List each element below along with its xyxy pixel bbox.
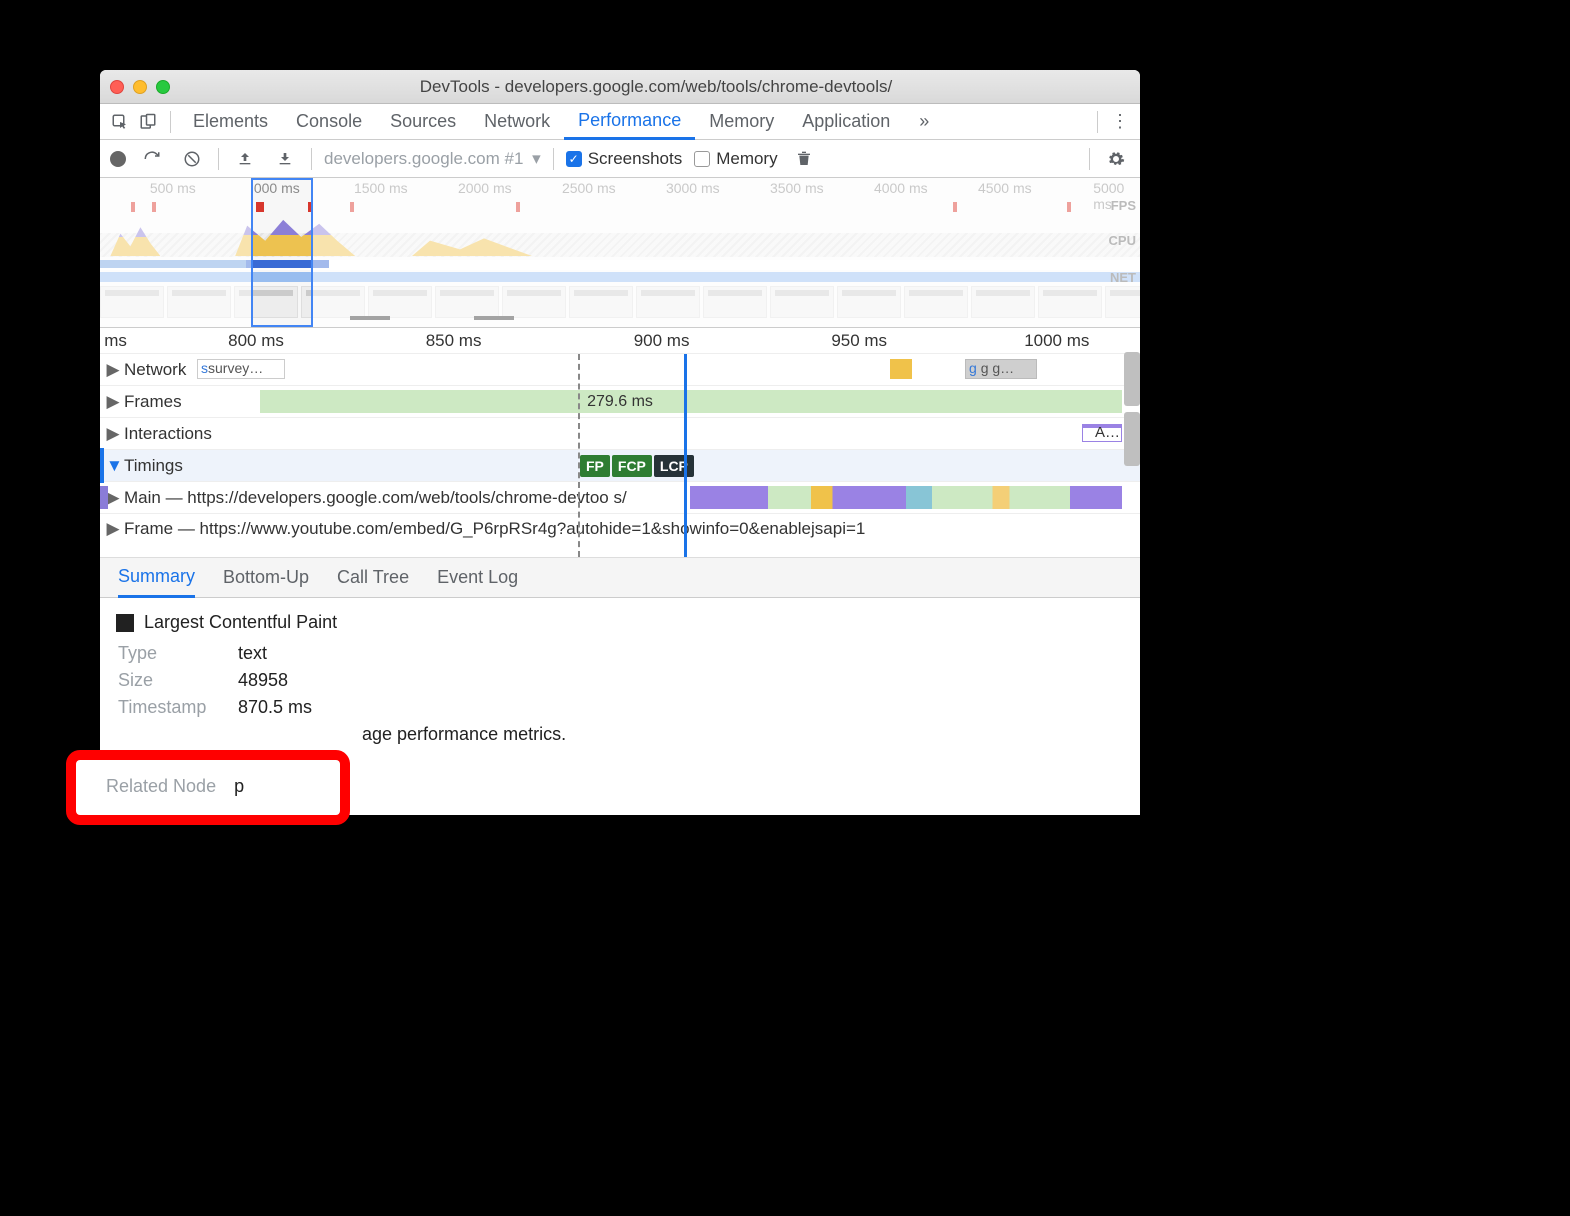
row-interactions[interactable]: ▶ Interactions A…: [100, 418, 1140, 450]
summary-type: Type text: [118, 643, 1122, 664]
ruler-tick: 800 ms: [228, 331, 284, 351]
trash-icon[interactable]: [790, 145, 818, 173]
ruler-tick: 900 ms: [634, 331, 690, 351]
timing-lcp[interactable]: LCP: [654, 455, 694, 477]
frame-duration: 279.6 ms: [587, 393, 653, 411]
summary-key: Size: [118, 670, 228, 691]
recording-select-label: developers.google.com #1: [324, 149, 523, 168]
timing-fp[interactable]: FP: [580, 455, 610, 477]
load-profile-icon[interactable]: [231, 145, 259, 173]
detail-tabs: Summary Bottom-Up Call Tree Event Log: [100, 558, 1140, 598]
summary-description: age performance metrics.: [362, 724, 1124, 745]
window-title: DevTools - developers.google.com/web/too…: [182, 77, 1130, 97]
zoom-icon[interactable]: [156, 80, 170, 94]
disclosure-down-icon[interactable]: ▼: [106, 456, 120, 476]
minimize-icon[interactable]: [133, 80, 147, 94]
row-network[interactable]: ▶ Network ssurvey… g g g…: [100, 354, 1140, 386]
disclosure-right-icon[interactable]: ▶: [106, 488, 120, 508]
row-frames-label: Frames: [124, 392, 182, 412]
summary-value: 870.5 ms: [238, 697, 312, 718]
tab-elements[interactable]: Elements: [179, 104, 282, 140]
row-frames[interactable]: ▶ Frames 279.6 ms: [100, 386, 1140, 418]
kebab-menu-icon[interactable]: ⋮: [1106, 108, 1134, 136]
summary-key: Type: [118, 643, 228, 664]
ruler-tick: 1000 ms: [1024, 331, 1089, 351]
related-node-key: Related Node: [106, 776, 216, 797]
lcp-swatch-icon: [116, 614, 134, 632]
frame-bar: [260, 390, 1122, 413]
network-item[interactable]: ssurvey…: [197, 359, 285, 379]
related-node-value[interactable]: p: [234, 776, 244, 797]
row-frame[interactable]: ▶ Frame — https://www.youtube.com/embed/…: [100, 514, 1140, 544]
related-node-highlight: Related Node p: [66, 750, 350, 825]
checkbox-icon: [694, 151, 710, 167]
row-interactions-label: Interactions: [124, 424, 212, 444]
summary-value: text: [238, 643, 267, 664]
timing-fcp[interactable]: FCP: [612, 455, 652, 477]
flame-ruler: ms 800 ms 850 ms 900 ms 950 ms 1000 ms: [100, 328, 1140, 354]
memory-label: Memory: [716, 149, 777, 169]
screenshots-label: Screenshots: [588, 149, 683, 169]
clear-icon[interactable]: [178, 145, 206, 173]
titlebar: DevTools - developers.google.com/web/too…: [100, 70, 1140, 104]
row-timings[interactable]: ▼ Timings FP FCP LCP: [100, 450, 1140, 482]
tab-performance[interactable]: Performance: [564, 104, 695, 140]
row-timings-label: Timings: [124, 456, 183, 476]
screenshots-toggle[interactable]: ✓ Screenshots: [566, 149, 683, 169]
summary-value: 48958: [238, 670, 288, 691]
row-main[interactable]: ▶ Main — https://developers.google.com/w…: [100, 482, 1140, 514]
tab-sources[interactable]: Sources: [376, 104, 470, 140]
memory-toggle[interactable]: Memory: [694, 149, 777, 169]
ruler-tick: 950 ms: [831, 331, 887, 351]
overview-fps-label: FPS: [1111, 198, 1136, 213]
settings-icon[interactable]: [1102, 145, 1130, 173]
disclosure-right-icon[interactable]: ▶: [106, 392, 120, 412]
ruler-tick: 850 ms: [426, 331, 482, 351]
tab-console[interactable]: Console: [282, 104, 376, 140]
network-bar: [890, 359, 912, 379]
overview-net-label: NET: [1110, 270, 1136, 285]
devtools-tabstrip: Elements Console Sources Network Perform…: [100, 104, 1140, 140]
tab-call-tree[interactable]: Call Tree: [337, 558, 409, 598]
device-toggle-icon[interactable]: [134, 108, 162, 136]
summary-key: Timestamp: [118, 697, 228, 718]
overview-selection[interactable]: [251, 178, 313, 327]
overview-cpu-label: CPU: [1109, 233, 1136, 248]
tab-summary[interactable]: Summary: [118, 558, 195, 598]
row-network-label: Network: [124, 360, 186, 380]
interaction-label: A…: [1095, 424, 1120, 441]
more-tabs-icon[interactable]: »: [910, 108, 938, 136]
row-frame-label: Frame — https://www.youtube.com/embed/G_…: [124, 519, 865, 539]
close-icon[interactable]: [110, 80, 124, 94]
network-item[interactable]: g g g…: [965, 359, 1037, 379]
disclosure-right-icon[interactable]: ▶: [106, 519, 120, 539]
flame-scrollbar[interactable]: [1124, 412, 1140, 466]
summary-timestamp: Timestamp 870.5 ms: [118, 697, 1122, 718]
flame-scrollbar[interactable]: [1124, 352, 1140, 406]
summary-heading: Largest Contentful Paint: [116, 612, 1124, 633]
checkbox-checked-icon: ✓: [566, 151, 582, 167]
perf-toolbar: developers.google.com #1 ▾ ✓ Screenshots…: [100, 140, 1140, 178]
window-controls: [110, 80, 170, 94]
disclosure-right-icon[interactable]: ▶: [106, 360, 120, 380]
overview-timeline[interactable]: 500 ms 000 ms 1500 ms 2000 ms 2500 ms 30…: [100, 178, 1140, 328]
flamechart[interactable]: ms 800 ms 850 ms 900 ms 950 ms 1000 ms ▶…: [100, 328, 1140, 558]
tab-application[interactable]: Application: [788, 104, 904, 140]
tab-bottom-up[interactable]: Bottom-Up: [223, 558, 309, 598]
tab-event-log[interactable]: Event Log: [437, 558, 518, 598]
record-button[interactable]: [110, 151, 126, 167]
tab-network[interactable]: Network: [470, 104, 564, 140]
save-profile-icon[interactable]: [271, 145, 299, 173]
reload-icon[interactable]: [138, 145, 166, 173]
summary-title: Largest Contentful Paint: [144, 612, 337, 633]
inspect-icon[interactable]: [106, 108, 134, 136]
recording-select[interactable]: developers.google.com #1 ▾: [324, 149, 541, 169]
disclosure-right-icon[interactable]: ▶: [106, 424, 120, 444]
tab-memory[interactable]: Memory: [695, 104, 788, 140]
ruler-tick: ms: [104, 331, 127, 351]
row-main-label: Main — https://developers.google.com/web…: [124, 488, 627, 508]
summary-size: Size 48958: [118, 670, 1122, 691]
devtools-window: DevTools - developers.google.com/web/too…: [100, 70, 1140, 815]
